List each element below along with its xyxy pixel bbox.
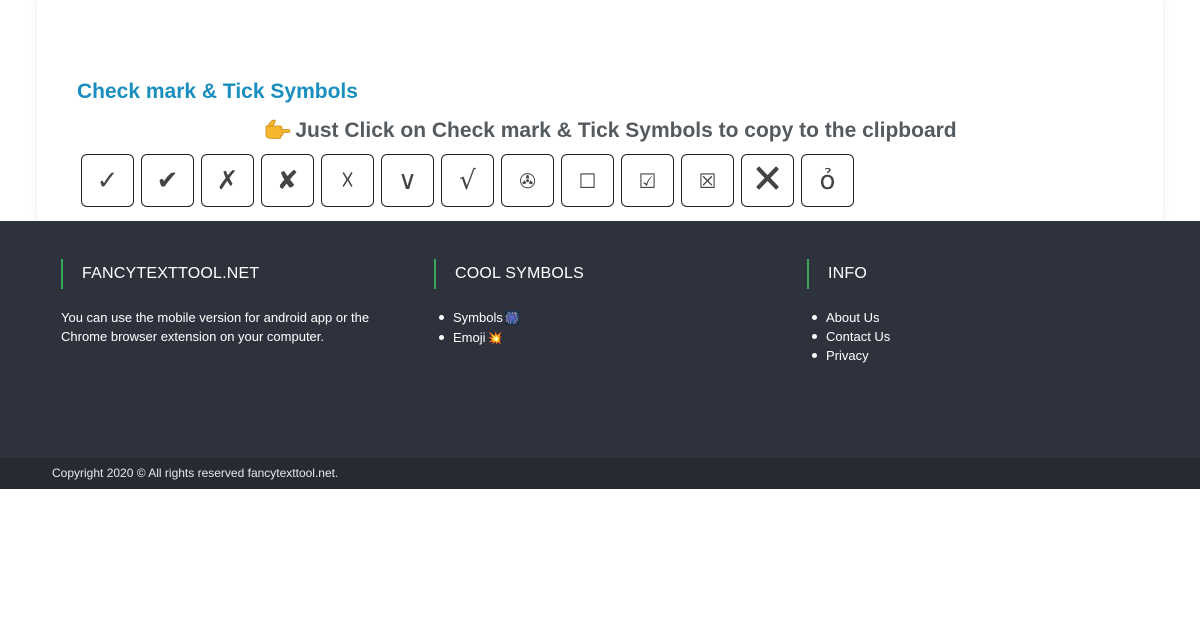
instruction-text: Just Click on Check mark & Tick Symbols … bbox=[295, 119, 957, 142]
symbol-button[interactable]: ☑ bbox=[621, 154, 674, 207]
copyright-text: Copyright 2020 © All rights reserved fan… bbox=[52, 466, 339, 480]
footer-symbols-heading: COOL SYMBOLS bbox=[455, 265, 584, 282]
symbol-grid: ✓ ✔ ✗ ✘ ☓ ∨ √ ✇ ☐ ☑ ☒ 🗙 ỏ bbox=[81, 154, 854, 207]
symbol-button[interactable]: ỏ bbox=[801, 154, 854, 207]
section-title: Check mark & Tick Symbols bbox=[77, 80, 358, 103]
symbol-button[interactable]: ☒ bbox=[681, 154, 734, 207]
list-item: About Us bbox=[808, 308, 890, 327]
list-item: Contact Us bbox=[808, 327, 890, 346]
site-footer: FANCYTEXTTOOL.NET You can use the mobile… bbox=[0, 221, 1200, 458]
list-item: Symbols 🎆 bbox=[435, 308, 520, 328]
list-item: Privacy bbox=[808, 346, 890, 365]
footer-info-list: About Us Contact Us Privacy bbox=[808, 308, 890, 365]
symbol-button[interactable]: √ bbox=[441, 154, 494, 207]
symbol-button[interactable]: ☓ bbox=[321, 154, 374, 207]
symbol-button[interactable]: ☐ bbox=[561, 154, 614, 207]
symbol-button[interactable]: ✗ bbox=[201, 154, 254, 207]
emoji-link[interactable]: Emoji bbox=[453, 330, 486, 345]
fireworks-icon: 🎆 bbox=[504, 311, 520, 325]
footer-symbols-list: Symbols 🎆 Emoji 💥 bbox=[435, 308, 520, 348]
heading-accent-bar bbox=[434, 259, 436, 289]
symbol-button[interactable]: 🗙 bbox=[741, 154, 794, 207]
symbols-link[interactable]: Symbols bbox=[453, 310, 503, 325]
heading-accent-bar bbox=[61, 259, 63, 289]
list-item: Emoji 💥 bbox=[435, 328, 520, 348]
symbol-button[interactable]: ✓ bbox=[81, 154, 134, 207]
heading-accent-bar bbox=[807, 259, 809, 289]
copyright-bar: Copyright 2020 © All rights reserved fan… bbox=[0, 458, 1200, 489]
symbol-button[interactable]: ∨ bbox=[381, 154, 434, 207]
symbol-button[interactable]: ✘ bbox=[261, 154, 314, 207]
symbol-button[interactable]: ✇ bbox=[501, 154, 554, 207]
contact-us-link[interactable]: Contact Us bbox=[826, 329, 890, 344]
footer-brand-heading: FANCYTEXTTOOL.NET bbox=[82, 265, 260, 282]
instruction-line: Just Click on Check mark & Tick Symbols … bbox=[0, 118, 1200, 143]
privacy-link[interactable]: Privacy bbox=[826, 348, 869, 363]
pointing-hand-icon bbox=[265, 119, 291, 139]
footer-about-text: You can use the mobile version for andro… bbox=[61, 310, 370, 344]
about-us-link[interactable]: About Us bbox=[826, 310, 879, 325]
footer-info-heading: INFO bbox=[828, 265, 868, 282]
symbol-button[interactable]: ✔ bbox=[141, 154, 194, 207]
collision-icon: 💥 bbox=[487, 331, 503, 345]
